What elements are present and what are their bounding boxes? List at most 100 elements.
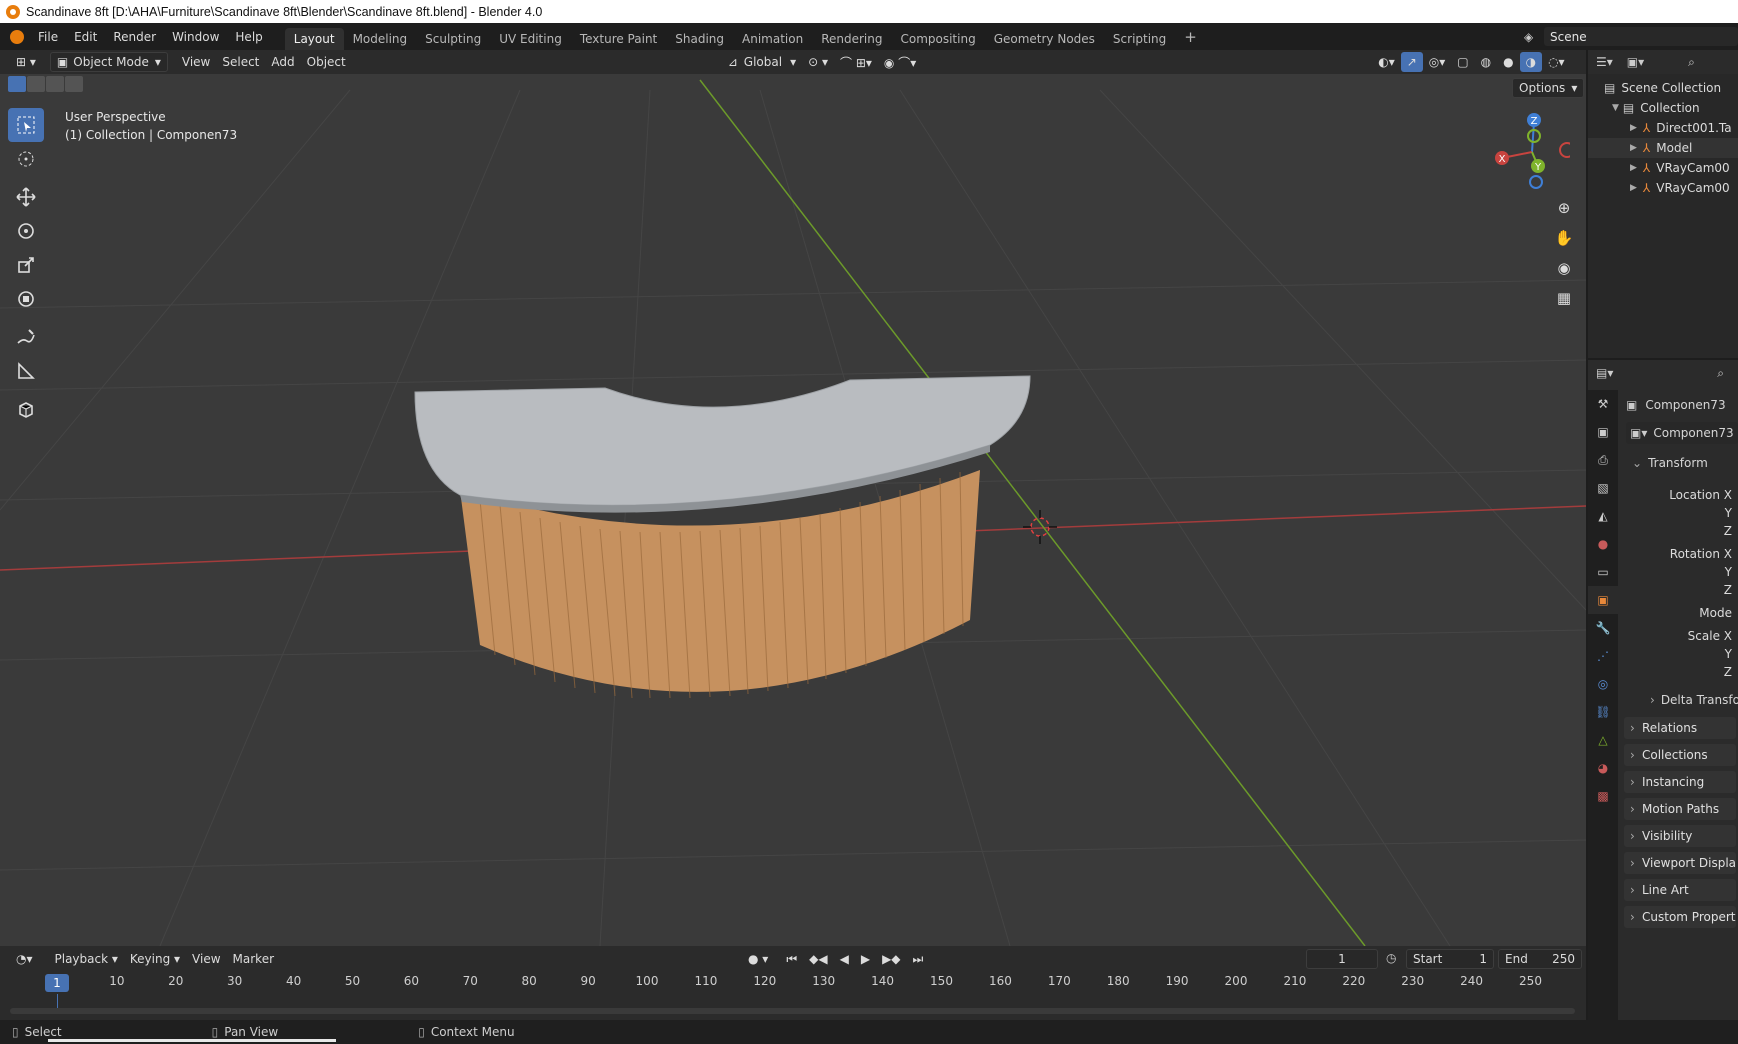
world-tab-icon[interactable]: ● [1588, 530, 1618, 558]
cursor-tool[interactable] [8, 142, 44, 176]
tab-geometry-nodes[interactable]: Geometry Nodes [985, 28, 1104, 50]
keying-dropdown[interactable]: Keying ▾ [124, 949, 186, 969]
collections-panel[interactable]: Collections [1624, 744, 1736, 766]
scene-name[interactable]: Scene [1544, 27, 1738, 46]
tab-scripting[interactable]: Scripting [1104, 28, 1175, 50]
rotate-tool[interactable] [8, 214, 44, 248]
tab-shading[interactable]: Shading [666, 28, 733, 50]
add-workspace-icon[interactable]: + [1175, 24, 1206, 50]
menu-render[interactable]: Render [105, 30, 164, 44]
blender-menu-icon[interactable] [10, 29, 24, 44]
expand-arrow-icon[interactable]: ▶ [1630, 183, 1637, 193]
expand-arrow-icon[interactable]: ▼ [1612, 103, 1619, 113]
expand-arrow-icon[interactable]: ▶ [1630, 123, 1637, 133]
search-icon[interactable]: ⌕ [1688, 55, 1695, 70]
overlay-toggle-icon[interactable]: ◎▾ [1423, 52, 1452, 72]
measure-tool[interactable] [8, 354, 44, 388]
tab-uv-editing[interactable]: UV Editing [490, 28, 571, 50]
timeline-editor-icon[interactable]: ◔▾ [10, 949, 39, 969]
xray-icon[interactable]: ▢ [1451, 52, 1474, 72]
playhead[interactable]: 1 [45, 974, 69, 992]
collection-tab-icon[interactable]: ▭ [1588, 558, 1618, 586]
object-mode-dropdown[interactable]: ▣ Object Mode ▾ [49, 52, 168, 72]
tab-texture-paint[interactable]: Texture Paint [571, 28, 666, 50]
start-frame-field[interactable]: Start 1 [1406, 949, 1494, 969]
visibility-icon[interactable]: ◐▾ [1372, 52, 1401, 72]
shading-rendered-icon[interactable]: ◌▾ [1542, 52, 1571, 72]
play-icon[interactable]: ▶ [855, 949, 876, 969]
move-tool[interactable] [8, 180, 44, 214]
texture-tab-icon[interactable]: ▩ [1588, 782, 1618, 810]
select-new-icon[interactable] [8, 76, 26, 92]
menu-help[interactable]: Help [227, 30, 270, 44]
object-tab-icon[interactable]: ▣ [1588, 586, 1618, 614]
play-reverse-icon[interactable]: ◀ [834, 949, 855, 969]
display-mode-icon[interactable]: ▣▾ [1627, 55, 1644, 69]
properties-editor-icon[interactable]: ▤▾ [1596, 366, 1613, 380]
add-cube-tool[interactable] [8, 392, 44, 426]
instancing-panel[interactable]: Instancing [1624, 771, 1736, 793]
prev-keyframe-icon[interactable]: ◆◀ [803, 949, 833, 969]
outliner-item[interactable]: ▶ ⅄ VRayCam00 [1588, 158, 1738, 178]
tab-layout[interactable]: Layout [284, 28, 344, 50]
menu-add[interactable]: Add [265, 52, 300, 72]
record-icon[interactable]: ● ▾ [742, 949, 774, 969]
menu-file[interactable]: File [30, 30, 66, 44]
annotate-tool[interactable] [8, 320, 44, 354]
render-tab-icon[interactable]: ▣ [1588, 418, 1618, 446]
particles-tab-icon[interactable]: ⋰ [1588, 642, 1618, 670]
snap-icon[interactable]: ⌒ ⊞▾ [834, 52, 878, 72]
scene-selector[interactable]: ◈ Scene [1524, 26, 1738, 47]
select-box-tool[interactable] [8, 108, 44, 142]
navigation-gizmo[interactable]: Z X Y [1490, 110, 1570, 190]
menu-select[interactable]: Select [216, 52, 265, 72]
menu-object[interactable]: Object [301, 52, 352, 72]
select-invert-icon[interactable] [65, 76, 83, 92]
scale-tool[interactable] [8, 248, 44, 282]
timeline-view-menu[interactable]: View [186, 949, 226, 969]
current-frame-field[interactable]: 1 [1306, 949, 1378, 969]
camera-icon[interactable]: ◉ [1550, 253, 1578, 283]
outliner-collection[interactable]: ▼ ▤ Collection [1588, 98, 1738, 118]
shading-solid-icon[interactable]: ● [1497, 52, 1519, 72]
marker-menu[interactable]: Marker [227, 949, 280, 969]
output-tab-icon[interactable]: ⎙ [1588, 446, 1618, 474]
transform-tool[interactable] [8, 282, 44, 316]
view-layer-tab-icon[interactable]: ▧ [1588, 474, 1618, 502]
viewport-display-panel[interactable]: Viewport Display [1624, 852, 1736, 874]
modifier-tab-icon[interactable]: 🔧 [1588, 614, 1618, 642]
jump-end-icon[interactable]: ⏭ [907, 949, 930, 969]
transform-section-header[interactable]: ⌄ Transform [1632, 456, 1708, 470]
pan-hand-icon[interactable]: ✋ [1550, 223, 1578, 253]
motion-paths-panel[interactable]: Motion Paths [1624, 798, 1736, 820]
delta-transform-section[interactable]: › Delta Transform [1650, 693, 1738, 707]
end-frame-field[interactable]: End 250 [1498, 949, 1582, 969]
outliner-editor-icon[interactable]: ☰▾ [1596, 55, 1613, 69]
pivot-icon[interactable]: ⊙ ▾ [802, 52, 834, 72]
proportional-edit-icon[interactable]: ◉ ⌒▾ [878, 52, 922, 72]
gizmo-toggle-icon[interactable]: ↗ [1400, 52, 1423, 72]
constraints-tab-icon[interactable]: ⛓ [1588, 698, 1618, 726]
select-subtract-icon[interactable] [46, 76, 64, 92]
zoom-icon[interactable]: ⊕ [1550, 193, 1578, 223]
visibility-panel[interactable]: Visibility [1624, 825, 1736, 847]
select-extend-icon[interactable] [27, 76, 45, 92]
tab-sculpting[interactable]: Sculpting [416, 28, 490, 50]
gizmo-neg-z-icon[interactable] [1529, 175, 1543, 189]
material-tab-icon[interactable]: ◕ [1588, 754, 1618, 782]
outliner-item[interactable]: ▶ ⅄ Direct001.Ta [1588, 118, 1738, 138]
search-icon[interactable]: ⌕ [1717, 366, 1724, 381]
clock-icon[interactable]: ◷ [1386, 951, 1396, 965]
line-art-panel[interactable]: Line Art [1624, 879, 1736, 901]
outliner-item[interactable]: ▶ ⅄ Model [1588, 138, 1738, 158]
menu-edit[interactable]: Edit [66, 30, 105, 44]
tab-compositing[interactable]: Compositing [891, 28, 984, 50]
options-dropdown[interactable]: Options ▾ [1512, 78, 1585, 98]
orientation-dropdown[interactable]: ⊿ Global ▾ [722, 52, 802, 72]
shading-wireframe-icon[interactable]: ◍ [1475, 52, 1497, 72]
custom-properties-panel[interactable]: Custom Properties [1624, 906, 1736, 928]
shading-material-icon[interactable]: ◑ [1519, 52, 1543, 72]
object-data-field[interactable]: ▣▾ Componen73 [1626, 422, 1738, 444]
timeline-scrollbar[interactable] [10, 1008, 1575, 1014]
next-keyframe-icon[interactable]: ▶◆ [876, 949, 906, 969]
